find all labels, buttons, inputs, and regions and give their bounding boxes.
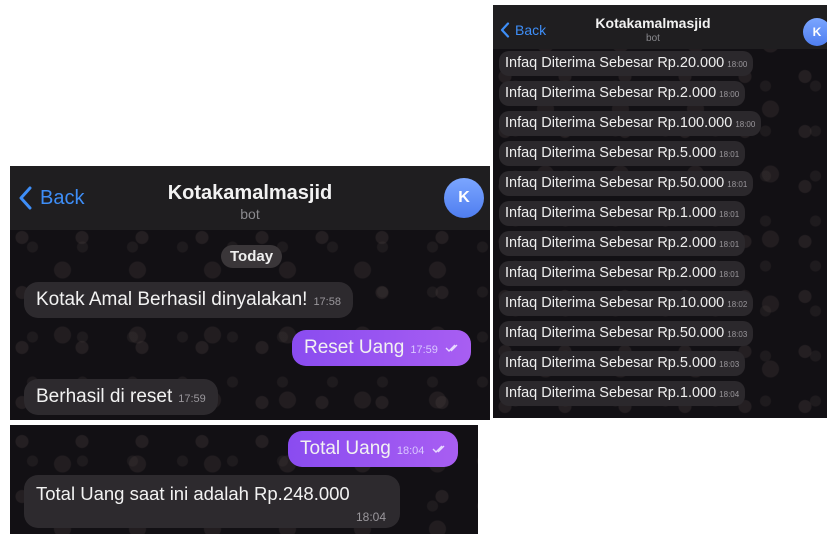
- message-text: Kotak Amal Berhasil dinyalakan!: [36, 289, 308, 310]
- chat-title: Kotakamalmasjid: [595, 15, 711, 31]
- double-check-icon: [445, 344, 458, 352]
- incoming-message: Total Uang saat ini adalah Rp.248.000 18…: [24, 475, 400, 528]
- bot-avatar[interactable]: K: [444, 178, 484, 218]
- list-item: Infaq Diterima Sebesar Rp.2.000 18:00: [499, 81, 746, 106]
- outgoing-message: Reset Uang 17:59: [292, 330, 472, 366]
- list-item: Infaq Diterima Sebesar Rp.2.000 18:01: [499, 231, 746, 256]
- message-text: Infaq Diterima Sebesar Rp.5.000: [505, 355, 717, 371]
- list-item: Infaq Diterima Sebesar Rp.50.000 18:01: [499, 171, 754, 196]
- message-text: Infaq Diterima Sebesar Rp.5.000: [505, 145, 717, 161]
- message-text: Total Uang: [300, 438, 391, 459]
- message-text: Infaq Diterima Sebesar Rp.1.000: [505, 205, 717, 221]
- message-text: Infaq Diterima Sebesar Rp.50.000: [505, 325, 725, 341]
- message-time: 18:00: [727, 60, 748, 69]
- message-text: Infaq Diterima Sebesar Rp.1.000: [505, 385, 717, 401]
- list-item: Infaq Diterima Sebesar Rp.100.000 18:00: [499, 111, 762, 136]
- list-item: Infaq Diterima Sebesar Rp.50.000 18:03: [499, 321, 754, 346]
- chat-header: Back Kotakamalmasjid bot K: [10, 166, 490, 230]
- chat-subtitle: bot: [240, 206, 260, 222]
- incoming-message: Berhasil di reset 17:59: [24, 379, 218, 415]
- right-chat-screenshot: Infaq Diterima Sebesar Rp.20.000 18:00 In…: [493, 5, 827, 418]
- message-time: 18:01: [719, 240, 740, 249]
- list-item: Infaq Diterima Sebesar Rp.20.000 18:00: [499, 51, 754, 76]
- message-text: Infaq Diterima Sebesar Rp.2.000: [505, 85, 717, 101]
- message-time: 17:59: [410, 344, 438, 356]
- list-item: Infaq Diterima Sebesar Rp.5.000 18:01: [499, 141, 746, 166]
- avatar-letter: K: [812, 25, 822, 39]
- message-time: 18:04: [355, 510, 386, 524]
- message-time: 17:58: [313, 296, 341, 308]
- message-time: 18:03: [719, 360, 740, 369]
- message-text: Infaq Diterima Sebesar Rp.100.000: [505, 115, 733, 131]
- message-text: Total Uang saat ini adalah Rp.248.000: [36, 483, 350, 504]
- list-item: Infaq Diterima Sebesar Rp.2.000 18:01: [499, 261, 746, 286]
- chat-header: Back Kotakamalmasjid bot K: [493, 5, 827, 49]
- message-text: Infaq Diterima Sebesar Rp.2.000: [505, 265, 717, 281]
- chat-title: Kotakamalmasjid: [167, 182, 333, 204]
- bottom-chat-screenshot: Total Uang 18:04 Total Uang saat ini adal…: [10, 425, 478, 534]
- message-time: 18:01: [727, 180, 748, 189]
- message-time: 18:00: [735, 120, 756, 129]
- message-text: Infaq Diterima Sebesar Rp.2.000: [505, 235, 717, 251]
- message-text: Infaq Diterima Sebesar Rp.10.000: [505, 295, 725, 311]
- message-text: Infaq Diterima Sebesar Rp.50.000: [505, 175, 725, 191]
- avatar-letter: K: [458, 189, 470, 206]
- message-time: 18:04: [396, 445, 425, 457]
- list-item: Infaq Diterima Sebesar Rp.1.000 18:04: [499, 381, 746, 406]
- left-chat-screenshot: Back Kotakamalmasjid bot K Today Kotak A…: [10, 166, 490, 420]
- message-time: 18:04: [719, 390, 740, 399]
- outgoing-message: Total Uang 18:04: [288, 431, 458, 467]
- bot-avatar[interactable]: K: [803, 18, 827, 46]
- message-time: 18:00: [719, 90, 740, 99]
- chat-subtitle: bot: [646, 33, 660, 44]
- message-time: 18:03: [727, 330, 748, 339]
- double-check-icon: [432, 445, 445, 453]
- message-time: 18:01: [719, 150, 740, 159]
- day-separator: Today: [221, 245, 283, 268]
- message-text: Berhasil di reset: [36, 386, 173, 407]
- message-text: Reset Uang: [304, 337, 405, 358]
- list-item: Infaq Diterima Sebesar Rp.5.000 18:03: [499, 351, 746, 376]
- message-time: 18:01: [719, 270, 740, 279]
- message-time: 17:59: [178, 393, 206, 405]
- message-time: 18:02: [727, 300, 748, 309]
- list-item: Infaq Diterima Sebesar Rp.1.000 18:01: [499, 201, 746, 226]
- list-item: Infaq Diterima Sebesar Rp.10.000 18:02: [499, 291, 754, 316]
- incoming-message: Kotak Amal Berhasil dinyalakan! 17:58: [24, 282, 353, 318]
- message-text: Infaq Diterima Sebesar Rp.20.000: [505, 55, 725, 71]
- message-time: 18:01: [719, 210, 740, 219]
